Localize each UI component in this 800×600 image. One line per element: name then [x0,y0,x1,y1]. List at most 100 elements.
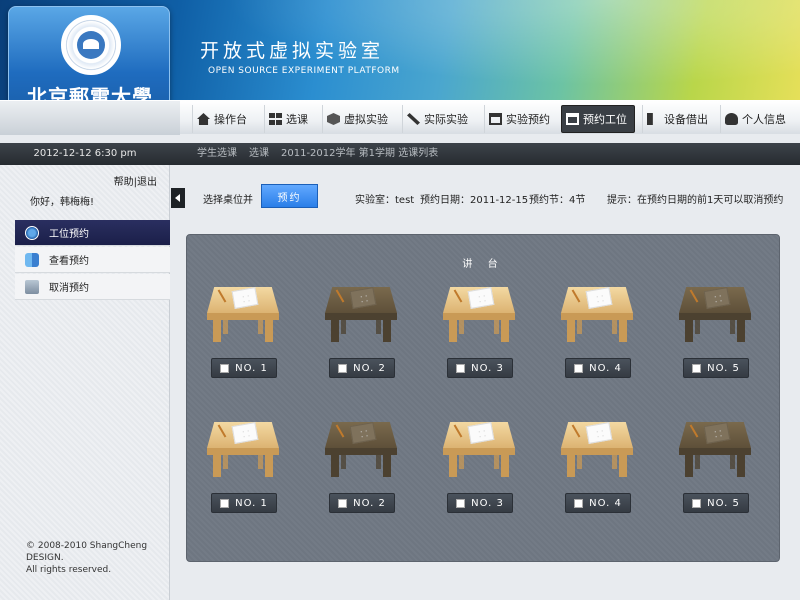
seat-label[interactable]: NO. 1 [211,493,277,513]
seat-number: NO. 3 [471,362,504,374]
reservation-date: 预约日期：2011-12-15 [420,195,529,206]
tools-icon [407,113,420,125]
cube-icon [327,113,340,125]
seat-number: NO. 1 [235,497,268,509]
seat-checkbox[interactable] [692,498,702,508]
sidebar: 帮助|退出 你好，韩梅梅! 工位预约 查看预约 取消预约 © 2008-2010… [0,165,170,600]
nav-label: 预约工位 [583,113,627,126]
seat-label[interactable]: NO. 2 [329,493,395,513]
seat-number: NO. 5 [707,362,740,374]
desk-taken [675,418,755,480]
nav-item-course-select[interactable]: 选课 [264,105,312,133]
seat-checkbox[interactable] [220,363,230,373]
desk-free[interactable] [557,418,637,480]
breadcrumb: 学生选课 选课 2011-2012学年 第1学期 选课列表 [197,143,438,165]
sidebar-item-label: 取消预约 [49,283,89,294]
home-icon [197,113,210,125]
seat-checkbox[interactable] [338,498,348,508]
select-desk-label: 选择桌位并 [203,195,253,206]
seat-number: NO. 4 [589,362,622,374]
nav-label: 虚拟实验 [344,113,388,126]
lab-name: 实验室：test [355,195,415,206]
seat-label[interactable]: NO. 4 [565,358,631,378]
cancel-hint: 提示：在预约日期的前1天可以取消预约 [607,195,784,206]
seat-number: NO. 2 [353,362,386,374]
seat-number: NO. 2 [353,497,386,509]
copyright-line: © 2008-2010 ShangCheng DESIGN. [26,541,148,563]
logout-link[interactable]: 退出 [137,177,157,188]
nav-label: 实验预约 [506,113,550,126]
seat-label[interactable]: NO. 4 [565,493,631,513]
seat-checkbox[interactable] [574,498,584,508]
collapse-sidebar-button[interactable] [171,188,185,208]
seat-label[interactable]: NO. 5 [683,493,749,513]
seat-number: NO. 3 [471,497,504,509]
seat-number: NO. 5 [707,497,740,509]
seat-checkbox[interactable] [338,363,348,373]
desk-taken [321,418,401,480]
seat-checkbox[interactable] [692,363,702,373]
seat-checkbox[interactable] [456,498,466,508]
seat-label[interactable]: NO. 3 [447,493,513,513]
site-title: 开放式虚拟实验室 [200,40,385,62]
university-seal-icon [61,15,121,75]
nav-label: 设备借出 [664,113,708,126]
sidebar-item-station-reservation[interactable]: 工位预约 [15,220,170,246]
help-links: 帮助|退出 [114,173,157,188]
user-greeting: 你好，韩梅梅! [30,197,95,208]
sidebar-item-label: 查看预约 [49,256,89,267]
nav-label: 选课 [286,113,308,126]
desk-free[interactable] [203,283,283,345]
desk-free[interactable] [439,283,519,345]
desk-free[interactable] [439,418,519,480]
reserve-button[interactable]: 预约 [261,184,318,208]
seat-label[interactable]: NO. 2 [329,358,395,378]
nav-item-station-reservation[interactable]: 预约工位 [561,105,635,133]
reservation-session: 预约节：4节 [529,195,586,206]
breadcrumb-item[interactable]: 学生选课 [197,143,237,165]
seat-checkbox[interactable] [574,363,584,373]
nav-item-experiment-reservation[interactable]: 实验预约 [484,105,554,133]
current-datetime: 2012-12-12 6:30 pm [33,148,137,159]
book-icon [647,113,653,125]
desk-free[interactable] [203,418,283,480]
main-nav: 操作台 选课 虚拟实验 实际实验 实验预约 预约工位 设备借出 个人信息 [0,100,800,135]
nav-item-console[interactable]: 操作台 [192,105,251,133]
sidebar-item-cancel-reservation[interactable]: 取消预约 [15,274,170,300]
desk-free[interactable] [557,283,637,345]
sidebar-item-label: 工位预约 [49,229,89,240]
finder-icon [25,252,39,267]
nav-item-real-experiment[interactable]: 实际实验 [402,105,472,133]
seat-number: NO. 1 [235,362,268,374]
nav-item-virtual-experiment[interactable]: 虚拟实验 [322,105,392,133]
seat-checkbox[interactable] [456,363,466,373]
copyright: © 2008-2010 ShangCheng DESIGN. All right… [26,540,169,576]
calendar-icon [566,113,579,125]
nav-label: 个人信息 [742,113,786,126]
desk-taken [321,283,401,345]
nav-label: 操作台 [214,113,247,126]
breadcrumb-item: 2011-2012学年 第1学期 选课列表 [281,148,439,159]
nav-item-equipment-loan[interactable]: 设备借出 [642,105,712,133]
nav-left-spacer [0,101,180,135]
lectern-label: 讲 台 [462,259,504,270]
user-icon [725,113,738,125]
seat-number: NO. 4 [589,497,622,509]
sidebar-item-view-reservation[interactable]: 查看预约 [15,247,170,273]
seat-checkbox[interactable] [220,498,230,508]
info-icon [25,225,39,240]
info-bar: 2012-12-12 6:30 pm 学生选课 选课 2011-2012学年 第… [0,143,800,165]
nav-label: 实际实验 [424,113,468,126]
breadcrumb-item[interactable]: 选课 [249,143,269,165]
seat-label[interactable]: NO. 1 [211,358,277,378]
seat-label[interactable]: NO. 5 [683,358,749,378]
copyright-line: All rights reserved. [26,565,112,575]
desk-taken [675,283,755,345]
lab-seat-map: 讲 台 NO. 1 NO. 2 NO. 3 NO. 4 NO. 5 NO. 1 NO. 2 N… [186,234,780,562]
calendar-icon [489,113,502,125]
help-link[interactable]: 帮助 [114,177,134,188]
trash-icon [25,279,39,294]
seat-label[interactable]: NO. 3 [447,358,513,378]
site-subtitle: OPEN SOURCE EXPERIMENT PLATFORM [208,66,400,76]
nav-item-profile[interactable]: 个人信息 [720,105,790,133]
